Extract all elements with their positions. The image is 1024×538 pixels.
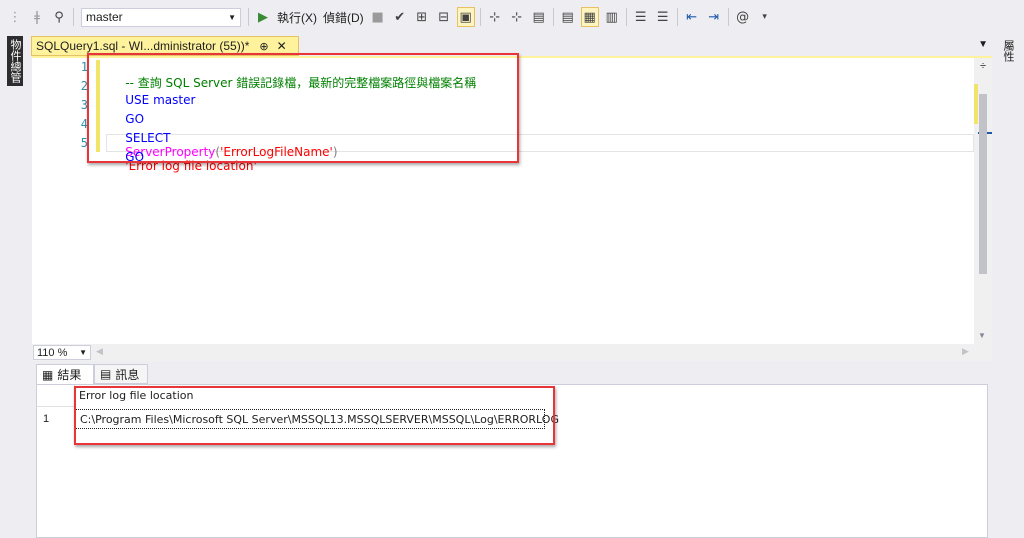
- query-options-icon[interactable]: ⊟: [435, 7, 453, 27]
- row-number-header[interactable]: [37, 385, 75, 407]
- results-to-file-icon[interactable]: ▥: [603, 7, 621, 27]
- specify-template-values-icon[interactable]: @: [734, 7, 752, 27]
- tab-messages[interactable]: ▤ 訊息: [94, 364, 148, 384]
- parse-checkmark-icon[interactable]: ✔: [391, 7, 409, 27]
- tab-results[interactable]: ▦ 結果: [36, 364, 94, 384]
- client-statistics-icon[interactable]: ▤: [530, 7, 548, 27]
- debug-button[interactable]: 偵錯(D): [323, 9, 364, 26]
- connect-icon[interactable]: ⋮: [6, 7, 24, 27]
- decrease-indent-icon[interactable]: ⇤: [683, 7, 701, 27]
- scroll-down-icon[interactable]: ▼: [978, 331, 986, 340]
- results-to-grid-icon[interactable]: ▦: [580, 7, 599, 27]
- toolbar-separator: [552, 8, 554, 26]
- left-sidebar: 物件總管: [0, 34, 29, 538]
- scroll-right-icon[interactable]: ▶: [962, 346, 969, 357]
- include-actual-plan-icon[interactable]: ⊹: [486, 7, 504, 27]
- object-explorer-tab[interactable]: 物件總管: [7, 36, 23, 86]
- execute-button[interactable]: 執行(X): [277, 9, 317, 26]
- split-view-icon[interactable]: ÷: [976, 60, 990, 72]
- line-number: 1: [80, 60, 88, 74]
- tab-messages-label: 訊息: [115, 367, 140, 382]
- messages-icon: ▤: [100, 367, 112, 381]
- database-select-value: master: [86, 10, 123, 24]
- tab-dropdown-icon[interactable]: ▼: [978, 39, 988, 50]
- close-icon[interactable]: ✕: [277, 39, 287, 53]
- toolbar-separator: [479, 8, 481, 26]
- annotation-box-query: [87, 53, 519, 163]
- toolbar-separator: [73, 8, 74, 26]
- toolbar-separator: [727, 8, 729, 26]
- execute-icon[interactable]: ▶: [254, 7, 272, 27]
- change-marker: [974, 84, 978, 124]
- editor-vertical-scrollbar[interactable]: ÷ ▼: [974, 58, 992, 346]
- chevron-down-icon: ▼: [79, 348, 87, 357]
- line-number: 3: [80, 98, 88, 112]
- toolbar: ⋮ ǂ ⚲ master ▼ ▶ 執行(X) 偵錯(D) ■ ✔ ⊞ ⊟ ▣ ⊹…: [0, 0, 1024, 34]
- grid-icon: ▦: [42, 367, 54, 382]
- line-number: 2: [80, 79, 88, 93]
- row-number: 1: [43, 413, 50, 425]
- results-tab-strip: ▦ 結果 ▤ 訊息: [32, 362, 992, 384]
- zoom-value: 110 %: [37, 346, 68, 359]
- cancel-query-icon[interactable]: ■: [369, 7, 387, 27]
- zoom-select[interactable]: 110 % ▼: [33, 345, 91, 360]
- toolbar-overflow-icon[interactable]: ▾: [756, 7, 774, 27]
- line-number: 5: [80, 136, 88, 150]
- toolbar-separator: [248, 8, 249, 26]
- live-statistics-icon[interactable]: ⊹: [508, 7, 526, 27]
- scrollbar-thumb[interactable]: [979, 94, 987, 274]
- document-tab-title: SQLQuery1.sql - WI...dministrator (55))*: [36, 39, 250, 53]
- zoom-bar: 110 % ▼ ◀ ▶: [32, 344, 992, 361]
- line-number: 4: [80, 117, 88, 131]
- results-to-text-icon[interactable]: ▤: [559, 7, 577, 27]
- toolbar-separator: [676, 8, 678, 26]
- line-number-gutter: 1 2 3 4 5: [32, 58, 92, 344]
- pin-filter-icon[interactable]: ǂ: [28, 7, 46, 27]
- scroll-left-icon[interactable]: ◀: [96, 346, 103, 357]
- increase-indent-icon[interactable]: ⇥: [705, 7, 723, 27]
- annotation-box-result: [74, 386, 555, 445]
- display-plan-icon[interactable]: ⊞: [413, 7, 431, 27]
- uncomment-lines-icon[interactable]: ☰: [654, 7, 672, 27]
- pin-icon[interactable]: ⊕: [259, 40, 268, 53]
- tab-results-label: 結果: [57, 368, 82, 382]
- comment-lines-icon[interactable]: ☰: [632, 7, 650, 27]
- properties-tab[interactable]: 屬性: [1001, 36, 1015, 66]
- change-connection-icon[interactable]: ⚲: [50, 7, 68, 27]
- database-select[interactable]: master ▼: [81, 7, 241, 27]
- toolbar-separator: [625, 8, 627, 26]
- chevron-down-icon: ▼: [228, 12, 236, 22]
- right-sidebar: 屬性: [992, 34, 1024, 538]
- intellisense-icon[interactable]: ▣: [456, 7, 475, 27]
